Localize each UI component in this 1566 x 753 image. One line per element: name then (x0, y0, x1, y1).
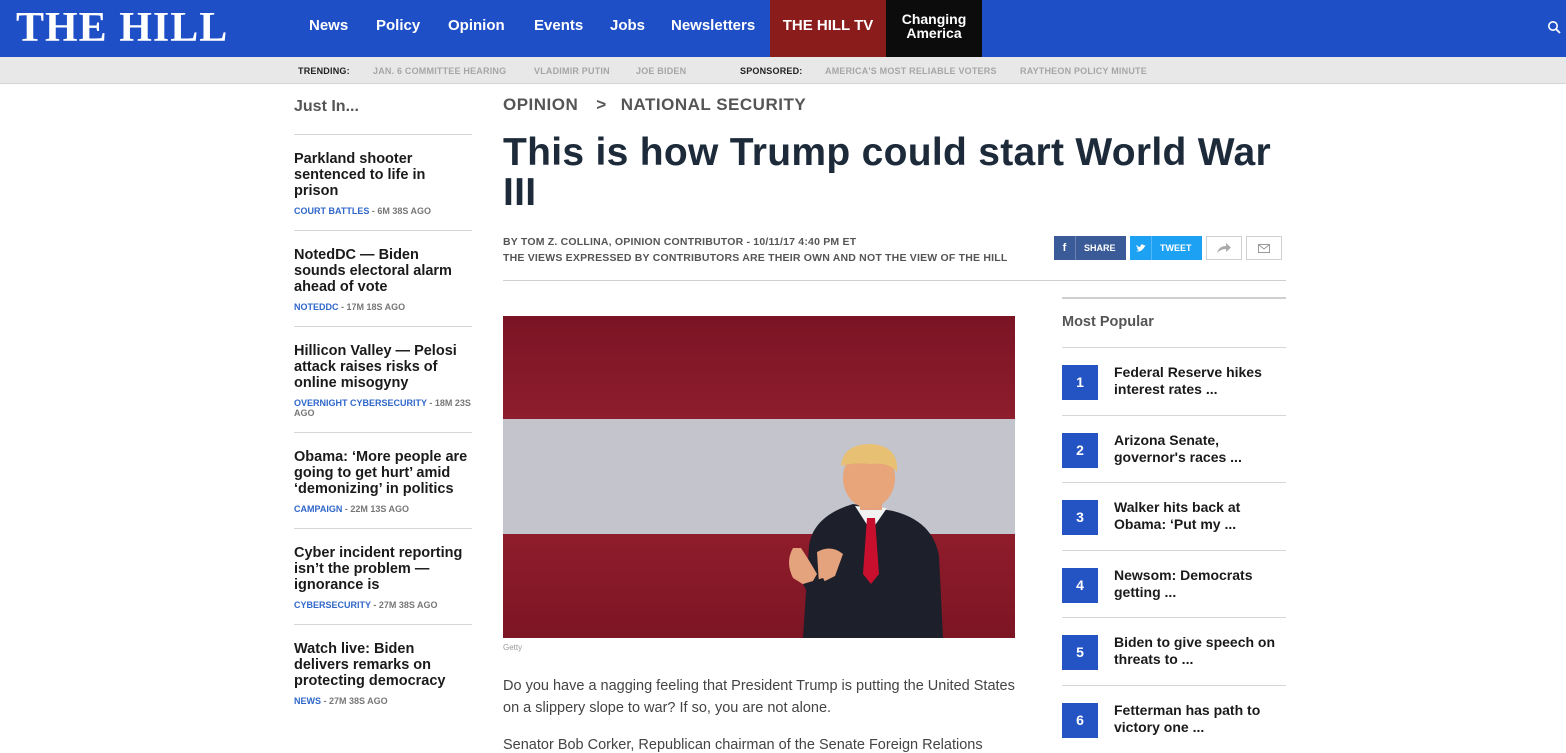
article-hero-image (503, 316, 1015, 638)
sponsored-label: SPONSORED: (740, 66, 803, 76)
breadcrumb: OPINION > NATIONAL SECURITY (503, 95, 806, 115)
email-share-button[interactable] (1246, 236, 1282, 260)
category-link[interactable]: OVERNIGHT CYBERSECURITY (294, 398, 427, 408)
list-item-meta: NOTEDDC - 17M 18S AGO (294, 302, 472, 312)
rank-badge: 6 (1062, 702, 1098, 738)
disclaimer: THE VIEWS EXPRESSED BY CONTRIBUTORS ARE … (503, 252, 1008, 264)
site-logo[interactable]: THE HILL (16, 6, 228, 50)
rank-badge: 2 (1062, 432, 1098, 468)
twitter-share-button[interactable]: TWEET (1130, 236, 1202, 260)
most-popular-link[interactable]: Walker hits back at Obama: ‘Put my ... (1114, 499, 1286, 533)
trending-link[interactable]: JOE BIDEN (636, 66, 686, 76)
category-link[interactable]: CYBERSECURITY (294, 600, 371, 610)
sponsored-link[interactable]: RAYTHEON POLICY MINUTE (1020, 66, 1147, 76)
byline: BY TOM Z. COLLINA, OPINION CONTRIBUTOR -… (503, 236, 857, 248)
list-item-meta: CAMPAIGN - 22M 13S AGO (294, 504, 472, 514)
list-item[interactable]: Parkland shooter sentenced to life in pr… (294, 134, 472, 230)
most-popular-item[interactable]: 2 Arizona Senate, governor's races ... (1062, 414, 1286, 483)
list-item-title[interactable]: NotedDC — Biden sounds electoral alarm a… (294, 247, 472, 295)
timestamp: - 6M 38S AGO (369, 206, 432, 216)
article-paragraph: Senator Bob Corker, Republican chairman … (503, 737, 983, 753)
category-link[interactable]: CAMPAIGN (294, 504, 342, 514)
divider (503, 280, 1286, 281)
list-item[interactable]: Hillicon Valley — Pelosi attack raises r… (294, 326, 472, 432)
nav-opinion[interactable]: Opinion (448, 0, 505, 57)
nav-changing-america[interactable]: Changing America (886, 0, 982, 57)
trending-link[interactable]: JAN. 6 COMMITTEE HEARING (373, 66, 506, 76)
nav-the-hill-tv[interactable]: THE HILL TV (770, 0, 886, 57)
list-item-meta: COURT BATTLES - 6M 38S AGO (294, 206, 472, 216)
most-popular-item[interactable]: 4 Newsom: Democrats getting ... (1062, 549, 1286, 618)
breadcrumb-national-security[interactable]: NATIONAL SECURITY (621, 95, 806, 114)
category-link[interactable]: NOTEDDC (294, 302, 339, 312)
list-item-title[interactable]: Obama: ‘More people are going to get hur… (294, 449, 472, 497)
nav-newsletters[interactable]: Newsletters (671, 0, 755, 57)
nav-jobs[interactable]: Jobs (610, 0, 645, 57)
list-item[interactable]: Watch live: Biden delivers remarks on pr… (294, 624, 472, 720)
top-nav: THE HILL News Policy Opinion Events Jobs… (0, 0, 1566, 57)
most-popular-item[interactable]: 1 Federal Reserve hikes interest rates .… (1062, 347, 1286, 415)
facebook-share-label: SHARE (1084, 243, 1116, 253)
nav-events[interactable]: Events (534, 0, 583, 57)
trending-bar: TRENDING: JAN. 6 COMMITTEE HEARING VLADI… (0, 57, 1566, 84)
just-in-title: Just In... (294, 98, 359, 115)
facebook-icon: f (1054, 236, 1076, 260)
list-item[interactable]: Obama: ‘More people are going to get hur… (294, 432, 472, 528)
list-item-meta: OVERNIGHT CYBERSECURITY - 18M 23S AGO (294, 398, 472, 418)
nav-policy[interactable]: Policy (376, 0, 420, 57)
list-item-title[interactable]: Hillicon Valley — Pelosi attack raises r… (294, 343, 472, 391)
sponsored-link[interactable]: AMERICA'S MOST RELIABLE VOTERS (825, 66, 997, 76)
twitter-share-label: TWEET (1160, 243, 1192, 253)
email-icon (1258, 244, 1270, 253)
list-item-meta: CYBERSECURITY - 27M 38S AGO (294, 600, 472, 610)
just-in-list: Parkland shooter sentenced to life in pr… (294, 134, 472, 720)
list-item-meta: NEWS - 27M 38S AGO (294, 696, 472, 706)
nav-news[interactable]: News (309, 0, 348, 57)
timestamp: - 22M 13S AGO (342, 504, 410, 514)
category-link[interactable]: NEWS (294, 696, 321, 706)
rank-badge: 4 (1062, 567, 1098, 603)
byline-block: BY TOM Z. COLLINA, OPINION CONTRIBUTOR -… (503, 234, 1007, 266)
most-popular-link[interactable]: Fetterman has path to victory one ... (1114, 702, 1286, 736)
rank-badge: 5 (1062, 635, 1098, 670)
list-item-title[interactable]: Parkland shooter sentenced to life in pr… (294, 151, 472, 199)
rank-badge: 3 (1062, 500, 1098, 535)
forward-arrow-icon (1217, 243, 1231, 253)
timestamp: - 27M 38S AGO (321, 696, 388, 706)
article-headline: This is how Trump could start World War … (503, 131, 1271, 214)
hero-illustration (503, 316, 1015, 638)
most-popular-divider (1062, 297, 1286, 299)
breadcrumb-separator: > (596, 95, 607, 114)
most-popular-item[interactable]: 6 Fetterman has path to victory one ... (1062, 684, 1286, 753)
list-item[interactable]: Cyber incident reporting isn’t the probl… (294, 528, 472, 624)
most-popular-item[interactable]: 3 Walker hits back at Obama: ‘Put my ... (1062, 482, 1286, 550)
trending-link[interactable]: VLADIMIR PUTIN (534, 66, 610, 76)
forward-share-button[interactable] (1206, 236, 1242, 260)
timestamp: - 17M 18S AGO (338, 302, 406, 312)
most-popular-item[interactable]: 5 Biden to give speech on threats to ... (1062, 617, 1286, 685)
image-caption: Getty (503, 643, 523, 652)
breadcrumb-opinion[interactable]: OPINION (503, 95, 578, 114)
category-link[interactable]: COURT BATTLES (294, 206, 369, 216)
list-item-title[interactable]: Cyber incident reporting isn’t the probl… (294, 545, 472, 593)
list-item[interactable]: NotedDC — Biden sounds electoral alarm a… (294, 230, 472, 326)
twitter-icon (1130, 236, 1152, 260)
rank-badge: 1 (1062, 365, 1098, 400)
most-popular-link[interactable]: Biden to give speech on threats to ... (1114, 634, 1286, 668)
list-item-title[interactable]: Watch live: Biden delivers remarks on pr… (294, 641, 472, 689)
most-popular-title: Most Popular (1062, 314, 1154, 330)
trending-label: TRENDING: (298, 66, 350, 76)
most-popular-list: 1 Federal Reserve hikes interest rates .… (1062, 347, 1286, 752)
facebook-share-button[interactable]: f SHARE (1054, 236, 1126, 260)
most-popular-link[interactable]: Newsom: Democrats getting ... (1114, 567, 1286, 601)
search-icon[interactable] (1547, 20, 1561, 34)
article-paragraph: Do you have a nagging feeling that Presi… (503, 678, 1015, 716)
timestamp: - 27M 38S AGO (370, 600, 438, 610)
most-popular-link[interactable]: Arizona Senate, governor's races ... (1114, 432, 1286, 466)
most-popular-link[interactable]: Federal Reserve hikes interest rates ... (1114, 364, 1286, 398)
